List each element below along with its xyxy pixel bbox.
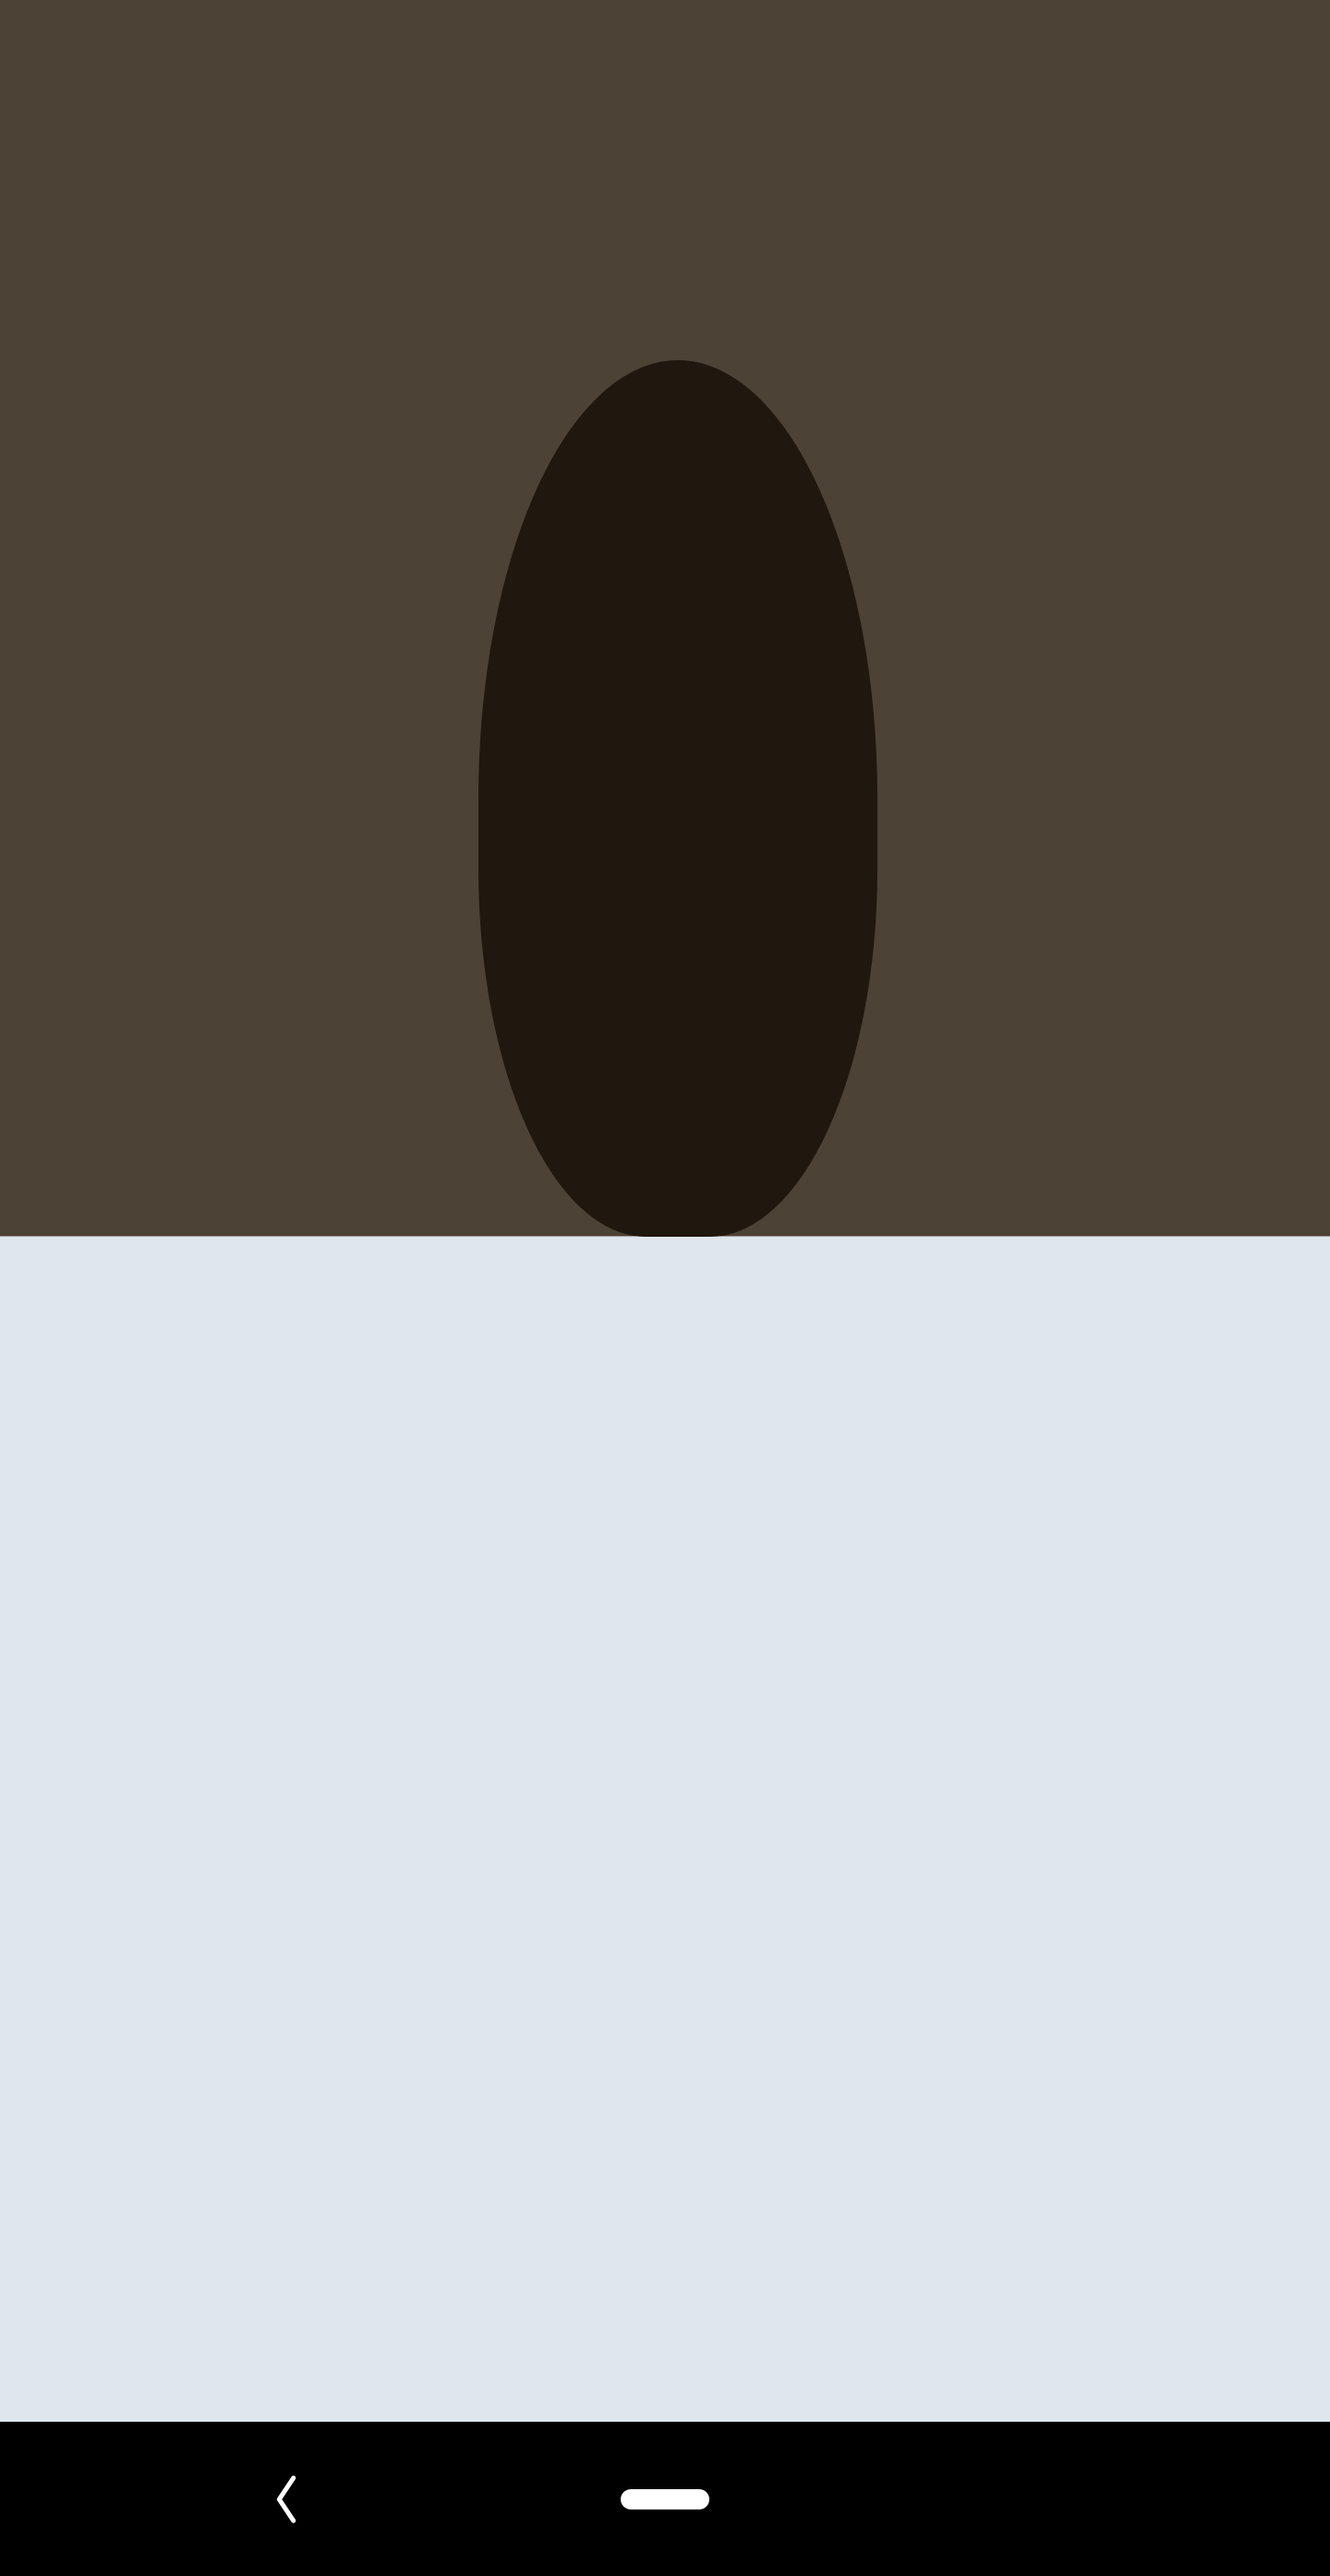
leaderboard-screen: 9:00 LTER Leaderboard — [0, 0, 1330, 2576]
leaderboard-list: 4 Ashwini Ravindharan 458 5 Rishi Kesh 3… — [0, 0, 1330, 2576]
current-user-row[interactable]: 2 Sailesh Nathan 1069 — [0, 0, 1330, 2576]
back-chevron-icon[interactable] — [268, 2474, 305, 2524]
current-user-row-container: 2 Sailesh Nathan 1069 — [0, 0, 1330, 2576]
home-pill-icon[interactable] — [621, 2488, 709, 2509]
avatar — [0, 0, 1330, 2576]
system-navigation-bar — [0, 2422, 1330, 2576]
